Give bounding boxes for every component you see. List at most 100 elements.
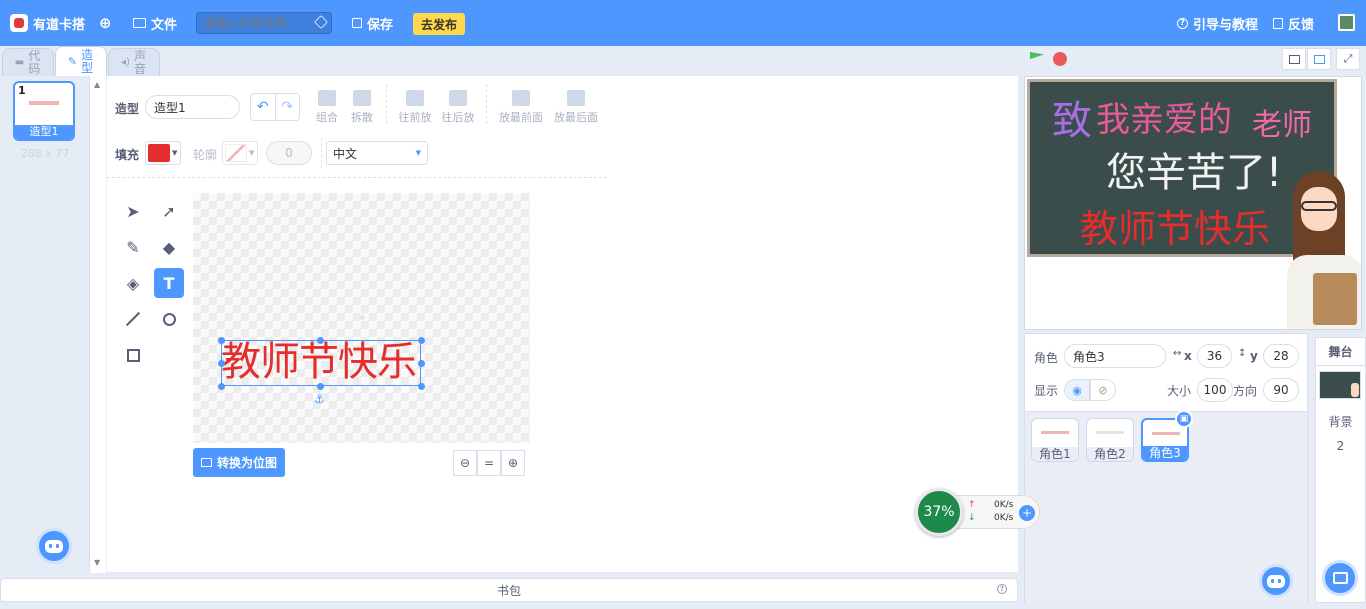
direction-input[interactable]: 90 <box>1263 378 1299 402</box>
sprite-label: 角色 <box>1034 351 1059 365</box>
language-button[interactable]: ⊕ <box>99 0 112 46</box>
ungroup-icon <box>353 90 371 106</box>
fill-tool[interactable]: ◈ <box>118 268 148 298</box>
rotate-handle-icon[interactable]: ⚓ <box>314 392 325 406</box>
sprite-name: 角色2 <box>1087 447 1133 461</box>
tab-code[interactable]: ▬ 代码 <box>2 48 54 76</box>
stage[interactable]: 致 我亲爱的 老师 您辛苦了! 教师节快乐 <box>1024 76 1362 330</box>
costume-preview <box>29 101 59 105</box>
resize-handle[interactable] <box>418 337 425 344</box>
show-hidden-button[interactable]: ⊘ <box>1090 379 1116 401</box>
y-input[interactable]: 28 <box>1263 344 1299 368</box>
resize-handle[interactable] <box>418 360 425 367</box>
feedback-button[interactable]: 反馈 <box>1273 0 1314 46</box>
tab-sound[interactable]: ◂) 声音 <box>108 48 160 76</box>
brand-logo[interactable]: 有道卡搭 <box>10 0 85 46</box>
select-tool[interactable]: ➤ <box>118 196 148 226</box>
backpack-bar[interactable]: 书包 ? <box>0 578 1018 602</box>
costume-name-input[interactable]: 造型1 <box>145 95 240 119</box>
tab-costume-label: 造型 <box>81 47 94 75</box>
redo-button[interactable]: ↷ <box>276 94 300 120</box>
file-menu-label: 文件 <box>151 17 178 33</box>
choose-costume-button[interactable] <box>36 528 72 564</box>
resize-handle[interactable] <box>218 337 225 344</box>
resize-handle[interactable] <box>418 383 425 390</box>
outline-width-input[interactable]: 0 <box>266 141 312 165</box>
front-label: 放最前面 <box>499 111 543 124</box>
reshape-tool[interactable]: ➚ <box>154 196 184 226</box>
direction-label: 方向 <box>1233 384 1258 398</box>
no-color-swatch-icon <box>225 144 247 162</box>
sprite-name-input[interactable]: 角色3 <box>1064 344 1166 368</box>
circle-tool[interactable] <box>154 304 184 334</box>
front-button[interactable]: 放最前面 <box>495 90 547 125</box>
convert-to-bitmap-button[interactable]: 转换为位图 <box>193 448 285 477</box>
save-button[interactable]: 保存 <box>352 0 393 46</box>
green-flag-icon[interactable] <box>1030 52 1044 60</box>
tab-costume[interactable]: ✎ 造型 <box>55 46 107 76</box>
resize-handle[interactable] <box>317 337 324 344</box>
normal-stage-button[interactable] <box>1307 48 1331 70</box>
forward-label: 往前放 <box>398 111 432 124</box>
zoom-in-button[interactable]: ⊕ <box>501 450 525 476</box>
eraser-tool[interactable]: ◆ <box>154 232 184 262</box>
chevron-down-icon: ▼ <box>172 149 178 157</box>
font-select[interactable]: 中文 ▼ <box>326 141 428 165</box>
zoom-reset-button[interactable]: = <box>477 450 501 476</box>
ungroup-button[interactable]: 拆散 <box>342 90 382 125</box>
resize-handle[interactable] <box>218 383 225 390</box>
divider <box>486 84 487 124</box>
rectangle-tool[interactable] <box>118 340 148 370</box>
fullscreen-icon: ⤢ <box>1343 52 1353 65</box>
show-visible-button[interactable]: ◉ <box>1064 379 1090 401</box>
feedback-label: 反馈 <box>1288 17 1315 33</box>
delete-sprite-button[interactable]: ▣ <box>1175 410 1193 428</box>
fullscreen-button[interactable]: ⤢ <box>1336 48 1360 70</box>
publish-button[interactable]: 去发布 <box>413 13 465 35</box>
backward-button[interactable]: 往后放 <box>438 90 478 125</box>
x-arrows-icon: ↔ <box>1173 348 1182 359</box>
stop-icon[interactable] <box>1053 52 1067 66</box>
menu-bar: 有道卡搭 ⊕ 文件 保存 去发布 ? 引导与教程 反馈 <box>0 0 1366 46</box>
costume-name-label: 造型 <box>115 102 140 116</box>
brush-tool[interactable]: ✎ <box>118 232 148 262</box>
group-button[interactable]: 组合 <box>307 90 347 125</box>
outline-color-picker[interactable]: ▼ <box>222 141 258 165</box>
sprite-item[interactable]: 角色2 <box>1086 418 1134 462</box>
project-name-input[interactable] <box>196 12 332 34</box>
file-menu[interactable]: 文件 <box>133 0 177 46</box>
stage-tab[interactable]: 舞台 <box>1316 338 1365 366</box>
paint-bucket-icon: ◈ <box>126 273 140 293</box>
paint-editor: 造型 造型1 ↶ ↷ 组合 拆散 往前放 往后放 放最前面 放最后面 填充 ▼ … <box>107 76 1018 572</box>
costume-list-scrollbar[interactable]: ▲ ▼ <box>90 76 107 573</box>
backward-label: 往后放 <box>441 111 475 124</box>
back-button[interactable]: 放最后面 <box>550 90 602 125</box>
text-tool[interactable]: T <box>154 268 184 298</box>
undo-button[interactable]: ↶ <box>251 94 276 120</box>
fill-color-picker[interactable]: ▼ <box>145 141 181 165</box>
canvas-text[interactable]: 教师节快乐 <box>221 338 425 386</box>
plus-badge-icon[interactable]: + <box>1019 505 1035 521</box>
resize-handle[interactable] <box>317 383 324 390</box>
zoom-out-button[interactable]: ⊖ <box>453 450 477 476</box>
network-speed-widget[interactable]: ↑ 0K/s ↓ 0K/s + 37% <box>915 488 1040 536</box>
choose-backdrop-button[interactable] <box>1322 560 1358 596</box>
small-stage-button[interactable] <box>1282 48 1306 70</box>
sprite-name: 角色3 <box>1143 446 1187 460</box>
forward-button[interactable]: 往前放 <box>395 90 435 125</box>
line-tool[interactable] <box>118 304 148 334</box>
resize-handle[interactable] <box>218 360 225 367</box>
costume-item[interactable]: 1 造型1 <box>13 81 75 141</box>
user-avatar[interactable] <box>1338 14 1355 31</box>
x-input[interactable]: 36 <box>1197 344 1232 368</box>
backdrop-thumbnail[interactable] <box>1319 371 1361 399</box>
brush-icon: ✎ <box>67 55 78 68</box>
paint-canvas[interactable]: + 教师节快乐 ⚓ <box>193 193 530 443</box>
mini-teacher-icon <box>1351 383 1359 397</box>
guide-button[interactable]: ? 引导与教程 <box>1177 0 1258 46</box>
size-input[interactable]: 100 <box>1197 378 1233 402</box>
sprite-item[interactable]: 角色1 <box>1031 418 1079 462</box>
logo-icon <box>10 14 28 32</box>
choose-sprite-button[interactable] <box>1259 564 1293 598</box>
folder-icon <box>133 18 146 28</box>
